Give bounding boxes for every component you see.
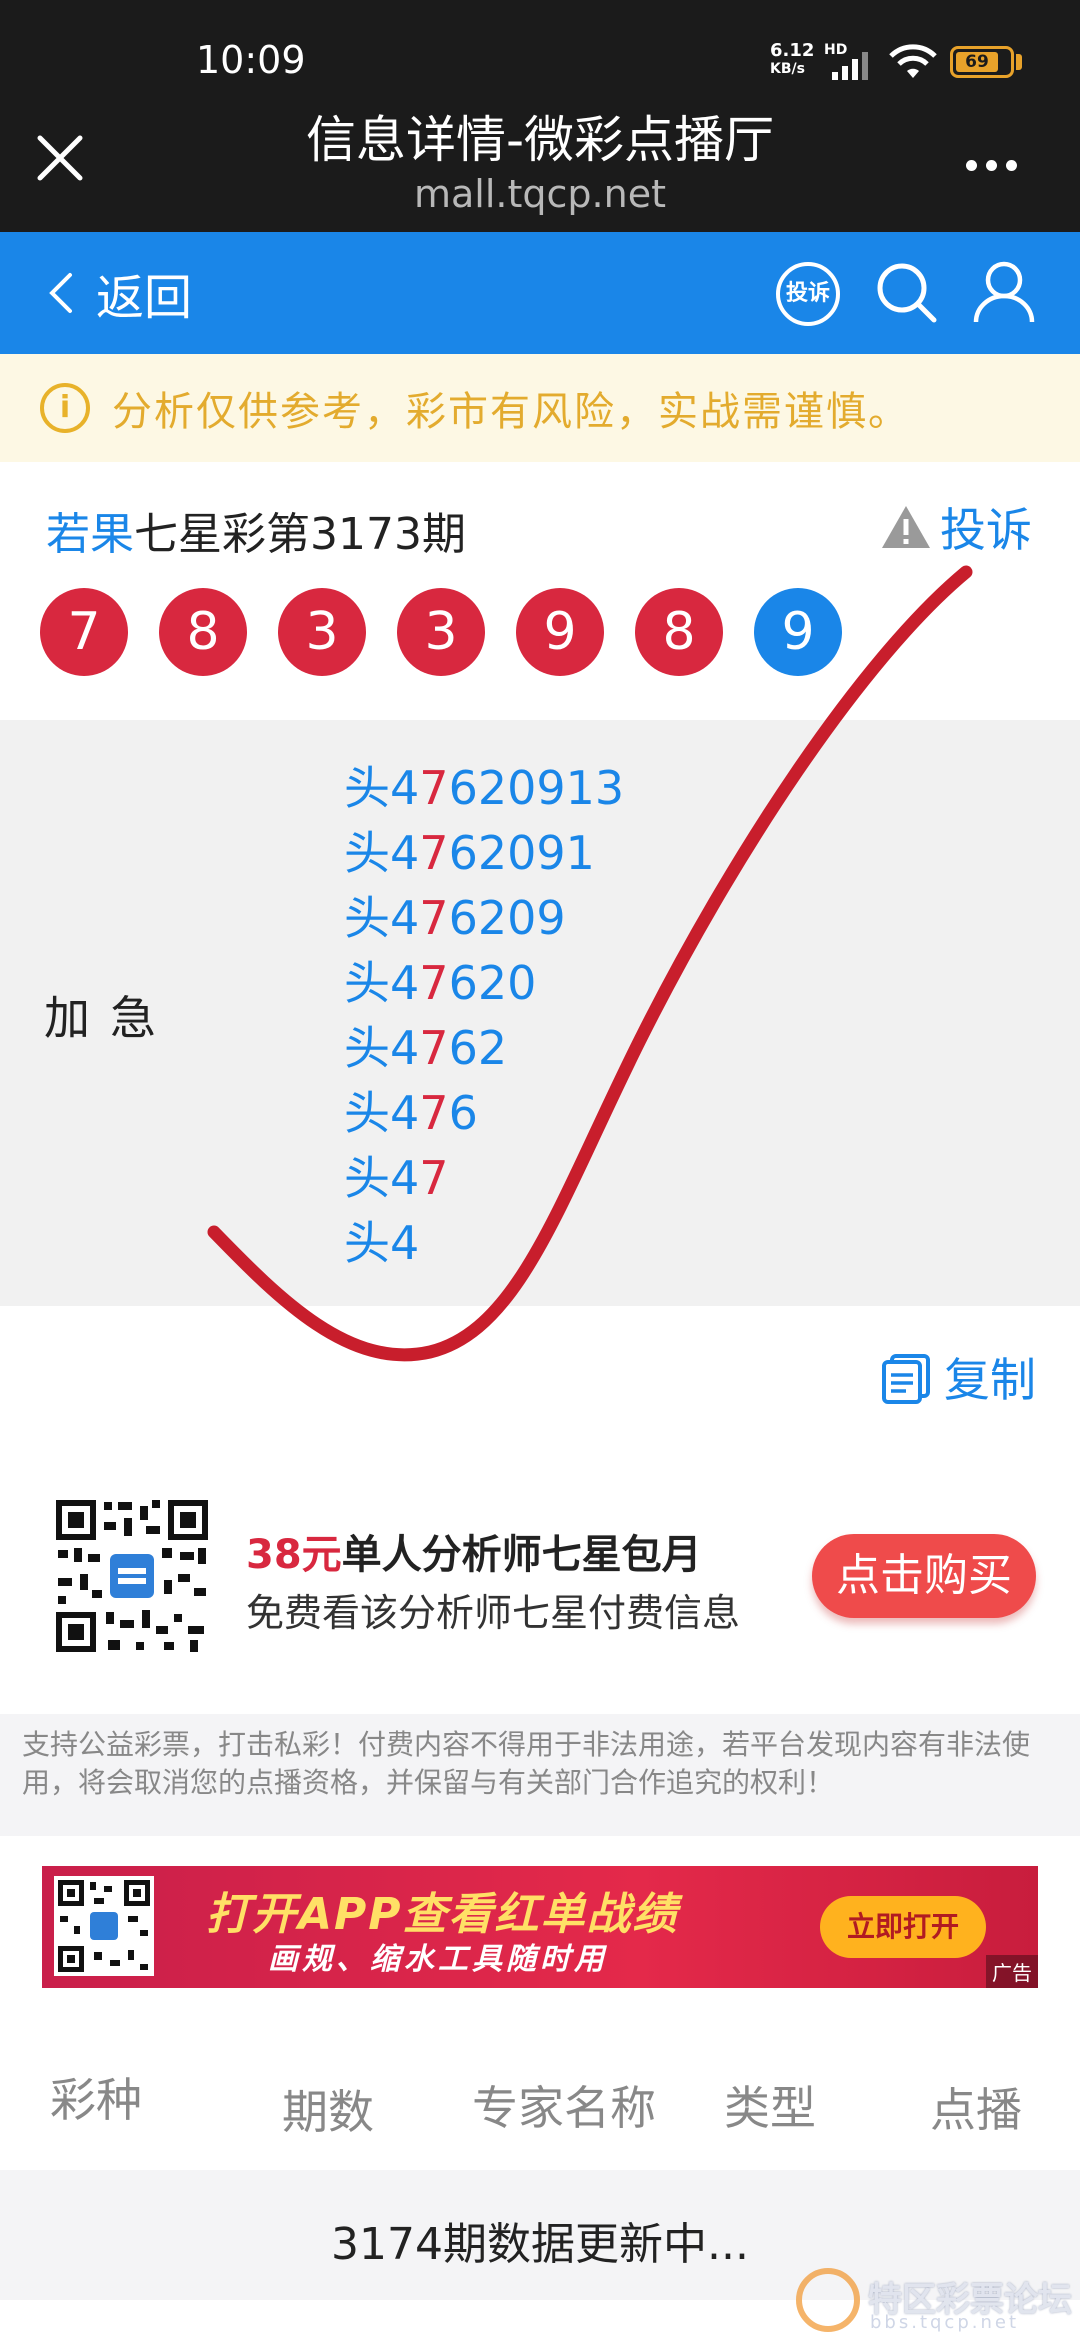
qr-code-icon [52, 1496, 212, 1656]
wifi-icon [889, 44, 937, 78]
line-highlight: 7 [419, 956, 449, 1010]
promo-subtitle: 免费看该分析师七星付费信息 [246, 1591, 741, 1635]
column-header: 类型 [724, 2081, 816, 2135]
risk-warning: i 分析仅供参考，彩市有风险，实战需谨慎。 [0, 354, 1080, 462]
result-ball: 3 [278, 588, 366, 676]
promo-desc: 单人分析师七星包月 [341, 1532, 702, 1578]
analysis-line: 头4762091 [344, 821, 624, 886]
banner-title: 打开APP查看红单战绩 [206, 1889, 679, 1940]
result-ball: 8 [635, 588, 723, 676]
report-button[interactable]: 投诉 [880, 494, 1032, 560]
line-prefix: 头4 [344, 891, 420, 945]
top-bar: 10:09 6.12 KB/s HD 69 信息详情-微彩点播厅 mall.tq… [0, 0, 1080, 232]
network-speed-value: 6.12 [770, 40, 815, 61]
analysis-line: 头47620913 [344, 756, 624, 821]
line-prefix: 头4 [344, 1151, 420, 1205]
table-header: 彩种 期数 专家名称 类型 点播 [0, 2040, 1080, 2140]
banner-qr-icon [54, 1876, 154, 1976]
buy-button[interactable]: 点击购买 [812, 1534, 1036, 1618]
watermark-url: bbs.tqcp.net [870, 2312, 1020, 2333]
column-header: 专家名称 [472, 2081, 656, 2135]
content-label: 加急 [44, 991, 176, 1045]
result-balls: 7 8 3 3 9 8 9 [40, 588, 873, 676]
signal-icon [832, 52, 868, 80]
info-icon: i [40, 383, 90, 433]
line-highlight: 7 [419, 1086, 449, 1140]
analysis-lines: 头47620913 头4762091 头476209 头47620 头4762 … [344, 756, 624, 1276]
user-icon[interactable] [972, 258, 1036, 326]
line-rest: 620913 [448, 761, 625, 815]
line-rest: 6209 [448, 891, 566, 945]
report-label: 投诉 [940, 503, 1032, 557]
line-highlight: 7 [419, 761, 449, 815]
analysis-line: 头4 [344, 1211, 624, 1276]
search-icon[interactable] [872, 258, 940, 326]
result-ball: 7 [40, 588, 128, 676]
more-options-icon[interactable] [966, 156, 1026, 171]
line-prefix: 头4 [344, 761, 420, 815]
ad-badge: 广告 [986, 1955, 1038, 1988]
line-prefix: 头4 [344, 826, 420, 880]
column-header: 期数 [282, 2085, 374, 2139]
complain-icon[interactable]: 投诉 [776, 262, 840, 326]
chevron-left-icon [49, 273, 72, 313]
line-rest: 6 [448, 1086, 478, 1140]
result-ball: 9 [516, 588, 604, 676]
app-banner-ad[interactable]: 打开APP查看红单战绩 画规、缩水工具随时用 立即打开 广告 [42, 1866, 1038, 1988]
banner-subtitle: 画规、缩水工具随时用 [268, 1942, 608, 1977]
author-name[interactable]: 若果 [46, 509, 134, 560]
forum-logo-icon [796, 2268, 860, 2332]
line-prefix: 头4 [344, 956, 420, 1010]
analysis-line: 头47 [344, 1146, 624, 1211]
line-rest: 620 [448, 956, 537, 1010]
status-time: 10:09 [196, 38, 306, 82]
network-speed-unit: KB/s [770, 61, 805, 77]
page-title: 信息详情-微彩点播厅 [305, 111, 775, 169]
battery-tip [1016, 54, 1022, 70]
line-rest: 62091 [448, 826, 595, 880]
network-speed: 6.12 KB/s [770, 42, 814, 78]
result-ball: 8 [159, 588, 247, 676]
update-status: 3174期数据更新中... [331, 2219, 749, 2270]
result-ball: 3 [397, 588, 485, 676]
battery-level: 69 [956, 52, 998, 72]
result-ball-special: 9 [754, 588, 842, 676]
column-header: 点播 [930, 2083, 1022, 2137]
line-highlight: 7 [419, 826, 449, 880]
disclaimer: 支持公益彩票，打击私彩！付费内容不得用于非法用途，若平台发现内容有非法使用，将会… [0, 1714, 1080, 1836]
line-prefix: 头4 [344, 1021, 420, 1075]
promo-price: 38元 [246, 1532, 342, 1578]
issue-title: 七星彩第3173期 [134, 509, 466, 560]
analysis-line: 头476209 [344, 886, 624, 951]
promo-title: 38元单人分析师七星包月 [246, 1522, 702, 1580]
back-label: 返回 [96, 270, 193, 326]
nav-bar: 返回 投诉 [0, 232, 1080, 354]
analysis-line: 头4762 [344, 1016, 624, 1081]
line-prefix: 头4 [344, 1216, 420, 1270]
analysis-content: 加急 头47620913 头4762091 头476209 头47620 头47… [0, 720, 1080, 1306]
banner-open-button[interactable]: 立即打开 [820, 1896, 986, 1958]
forum-watermark: 特区彩票论坛 bbs.tqcp.net [796, 2268, 1076, 2336]
analysis-line: 头47620 [344, 951, 624, 1016]
copy-label: 复制 [944, 1353, 1036, 1407]
subscription-promo: 38元单人分析师七星包月 免费看该分析师七星付费信息 点击购买 [0, 1476, 1080, 1676]
line-highlight: 7 [419, 891, 449, 945]
line-highlight: 7 [419, 1151, 449, 1205]
column-header: 彩种 [50, 2073, 142, 2127]
analysis-line: 头476 [344, 1081, 624, 1146]
warning-triangle-icon [882, 506, 930, 548]
copy-button[interactable]: 复制 [880, 1344, 1036, 1410]
line-highlight: 7 [419, 1021, 449, 1075]
warning-text: 分析仅供参考，彩市有风险，实战需谨慎。 [112, 389, 910, 435]
copy-icon [882, 1354, 930, 1404]
line-rest: 62 [448, 1021, 508, 1075]
page-url: mall.tqcp.net [414, 172, 666, 216]
lottery-title: 若果七星彩第3173期 [46, 498, 466, 562]
back-button[interactable]: 返回 [48, 260, 192, 326]
battery-icon: 69 [950, 46, 1014, 78]
line-prefix: 头4 [344, 1086, 420, 1140]
